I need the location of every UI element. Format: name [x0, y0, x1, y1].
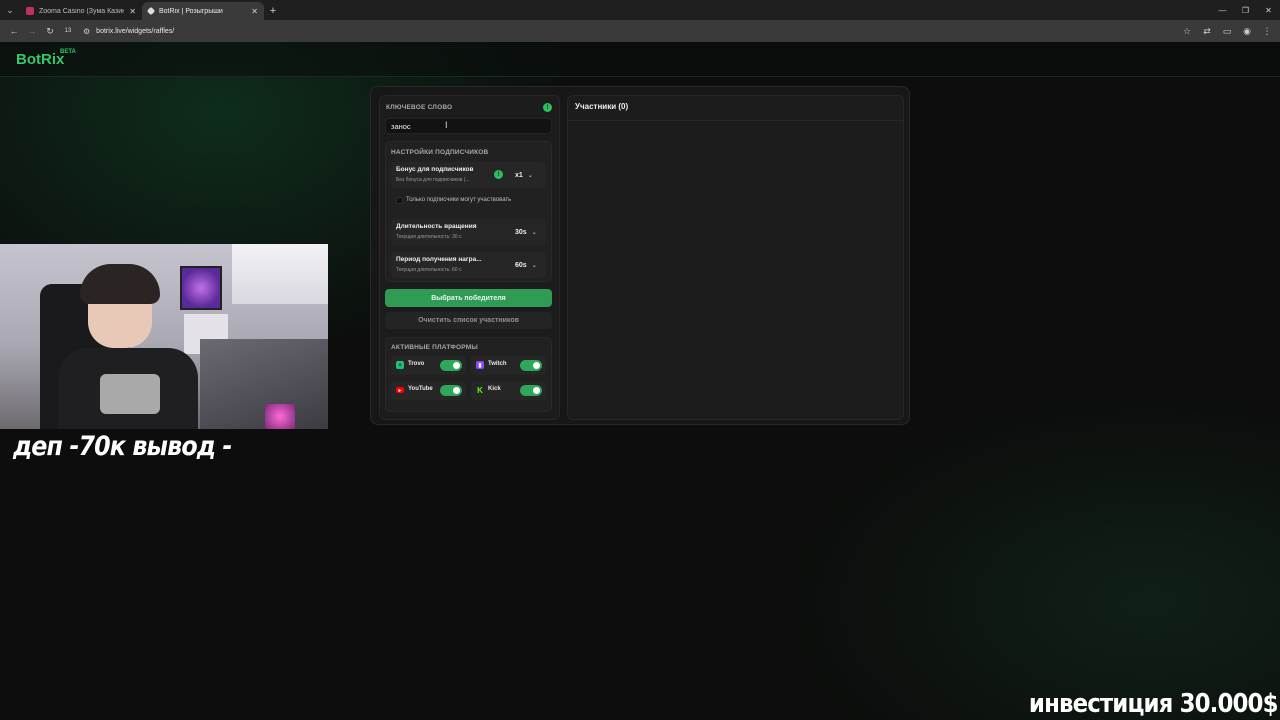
platform-kick: K Kick — [471, 381, 546, 400]
extension-badge-icon[interactable]: 13 — [60, 23, 76, 39]
reward-period-title: Период получения награ... — [396, 256, 482, 263]
tab-search-icon[interactable]: ⌄ — [0, 0, 20, 20]
cast-icon[interactable]: ⇄ — [1200, 24, 1214, 38]
active-platforms: Активные платформы ✦ Trovo ▮ Twitch ▸ Yo… — [385, 337, 552, 412]
info-icon[interactable]: ! — [494, 170, 503, 179]
streamer-hair — [80, 264, 160, 304]
raffle-widget-card: Ключевое слово ! I Настройки подписчиков… — [370, 86, 910, 425]
platform-name: Twitch — [488, 361, 507, 367]
tab-title: BotRix | Розыгрыши — [159, 7, 223, 15]
chevron-down-icon: ⌄ — [531, 229, 537, 236]
browser-tab-zooma[interactable]: Zooma Casino (Зума Казино) o ✕ — [20, 2, 142, 20]
participants-panel: Участники (0) — [567, 95, 904, 420]
new-tab-button[interactable]: + — [264, 2, 282, 20]
botrix-favicon-icon — [146, 6, 156, 16]
platform-youtube: ▸ YouTube — [391, 381, 466, 400]
subscriber-settings: Настройки подписчиков Бонус для подписчи… — [385, 141, 552, 282]
divider — [568, 120, 903, 121]
profile-icon[interactable]: ◉ — [1240, 24, 1254, 38]
trovo-toggle[interactable] — [440, 360, 462, 371]
shirt-print — [100, 374, 160, 414]
close-tab-icon[interactable]: ✕ — [129, 7, 136, 16]
room-tv — [180, 266, 222, 310]
trovo-icon: ✦ — [396, 361, 404, 369]
close-tab-icon[interactable]: ✕ — [251, 7, 258, 16]
forward-icon[interactable]: → — [24, 23, 40, 39]
youtube-toggle[interactable] — [440, 385, 462, 396]
rgb-light — [265, 404, 295, 429]
spin-duration-value: 30s — [515, 228, 527, 236]
keyword-input[interactable] — [385, 118, 552, 134]
browser-tab-botrix[interactable]: BotRix | Розыгрыши ✕ — [142, 2, 264, 20]
only-subscribers-row[interactable]: Только подписчики могут участвовать — [391, 194, 546, 208]
reward-period-value: 60s — [515, 261, 527, 269]
url-text: botrix.live/widgets/raffles/ — [96, 27, 175, 35]
platform-name: YouTube — [408, 386, 433, 392]
toggle-knob — [533, 387, 540, 394]
webcam-overlay — [0, 244, 328, 429]
twitch-icon: ▮ — [476, 361, 484, 369]
window-controls: — ❐ ✕ — [1211, 0, 1280, 20]
platform-twitch: ▮ Twitch — [471, 356, 546, 375]
browser-tab-bar: ⌄ Zooma Casino (Зума Казино) o ✕ BotRix … — [0, 0, 1280, 20]
toggle-knob — [453, 387, 460, 394]
bonus-select[interactable]: x1 ⌄ — [511, 167, 541, 183]
site-info-icon[interactable]: ⚙ — [83, 27, 90, 36]
room-window — [232, 244, 328, 304]
toggle-knob — [453, 362, 460, 369]
keyword-label: Ключевое слово — [386, 104, 453, 111]
close-window-icon[interactable]: ✕ — [1257, 0, 1280, 20]
stream-caption: деп -70к вывод - — [13, 431, 232, 462]
reward-period-select[interactable]: 60s ⌄ — [511, 257, 541, 273]
chevron-down-icon: ⌄ — [527, 172, 533, 179]
subscriber-bonus-row: Бонус для подписчиков Без бонуса для под… — [391, 162, 546, 188]
reward-period-row: Период получения награ... Текущая длител… — [391, 252, 546, 278]
kick-icon: K — [477, 385, 483, 395]
bonus-value: x1 — [515, 171, 523, 179]
kick-toggle[interactable] — [520, 385, 542, 396]
bonus-subtitle: Без бонуса для подписчиков (... — [396, 177, 470, 183]
platform-name: Trovo — [408, 361, 425, 367]
info-icon[interactable]: ! — [543, 103, 552, 112]
spin-duration-row: Длительность вращения Текущая длительнос… — [391, 219, 546, 245]
only-subscribers-checkbox[interactable] — [396, 197, 403, 204]
spin-duration-select[interactable]: 30s ⌄ — [511, 224, 541, 240]
room-bed — [200, 339, 328, 429]
bonus-title: Бонус для подписчиков — [396, 166, 474, 173]
twitch-toggle[interactable] — [520, 360, 542, 371]
zooma-favicon-icon — [26, 7, 34, 15]
url-field[interactable]: ⚙ botrix.live/widgets/raffles/ — [80, 23, 1172, 39]
star-icon[interactable]: ☆ — [1180, 24, 1194, 38]
toggle-knob — [533, 362, 540, 369]
subscriber-settings-label: Настройки подписчиков — [391, 149, 489, 156]
site-header: BotRix BETA — [0, 42, 1280, 77]
beta-badge: BETA — [60, 49, 76, 55]
logo-text: BotRix — [16, 51, 65, 68]
botrix-logo[interactable]: BotRix BETA — [16, 49, 76, 68]
active-platforms-label: Активные платформы — [391, 344, 478, 351]
reward-period-subtitle: Текущая длительность: 60 с — [396, 267, 462, 273]
investment-caption: инвестиция 30.000$ — [1029, 689, 1279, 719]
spin-duration-subtitle: Текущая длительность: 30 с — [396, 234, 462, 240]
youtube-icon: ▸ — [396, 387, 404, 394]
pick-winner-button[interactable]: Выбрать победителя — [385, 289, 552, 307]
spin-duration-title: Длительность вращения — [396, 223, 477, 230]
toolbar-icons: ☆ ⇄ ▭ ◉ ⋮ — [1180, 24, 1274, 38]
extensions-icon[interactable]: ▭ — [1220, 24, 1234, 38]
only-subscribers-label: Только подписчики могут участвовать — [406, 197, 512, 203]
reload-icon[interactable]: ↻ — [42, 23, 58, 39]
minimize-icon[interactable]: — — [1211, 0, 1234, 20]
tab-title: Zooma Casino (Зума Казино) o — [39, 7, 125, 15]
clear-participants-button[interactable]: Очистить список участников — [385, 312, 552, 329]
back-icon[interactable]: ← — [6, 23, 22, 39]
platform-trovo: ✦ Trovo — [391, 356, 466, 375]
text-cursor-icon: I — [445, 120, 448, 130]
settings-panel: Ключевое слово ! I Настройки подписчиков… — [379, 95, 560, 420]
address-bar: ← → ↻ 13 ⚙ botrix.live/widgets/raffles/ … — [0, 20, 1280, 42]
chevron-down-icon: ⌄ — [531, 262, 537, 269]
menu-icon[interactable]: ⋮ — [1260, 24, 1274, 38]
restore-icon[interactable]: ❐ — [1234, 0, 1257, 20]
platform-name: Kick — [488, 386, 501, 392]
participants-title: Участники (0) — [575, 102, 629, 111]
